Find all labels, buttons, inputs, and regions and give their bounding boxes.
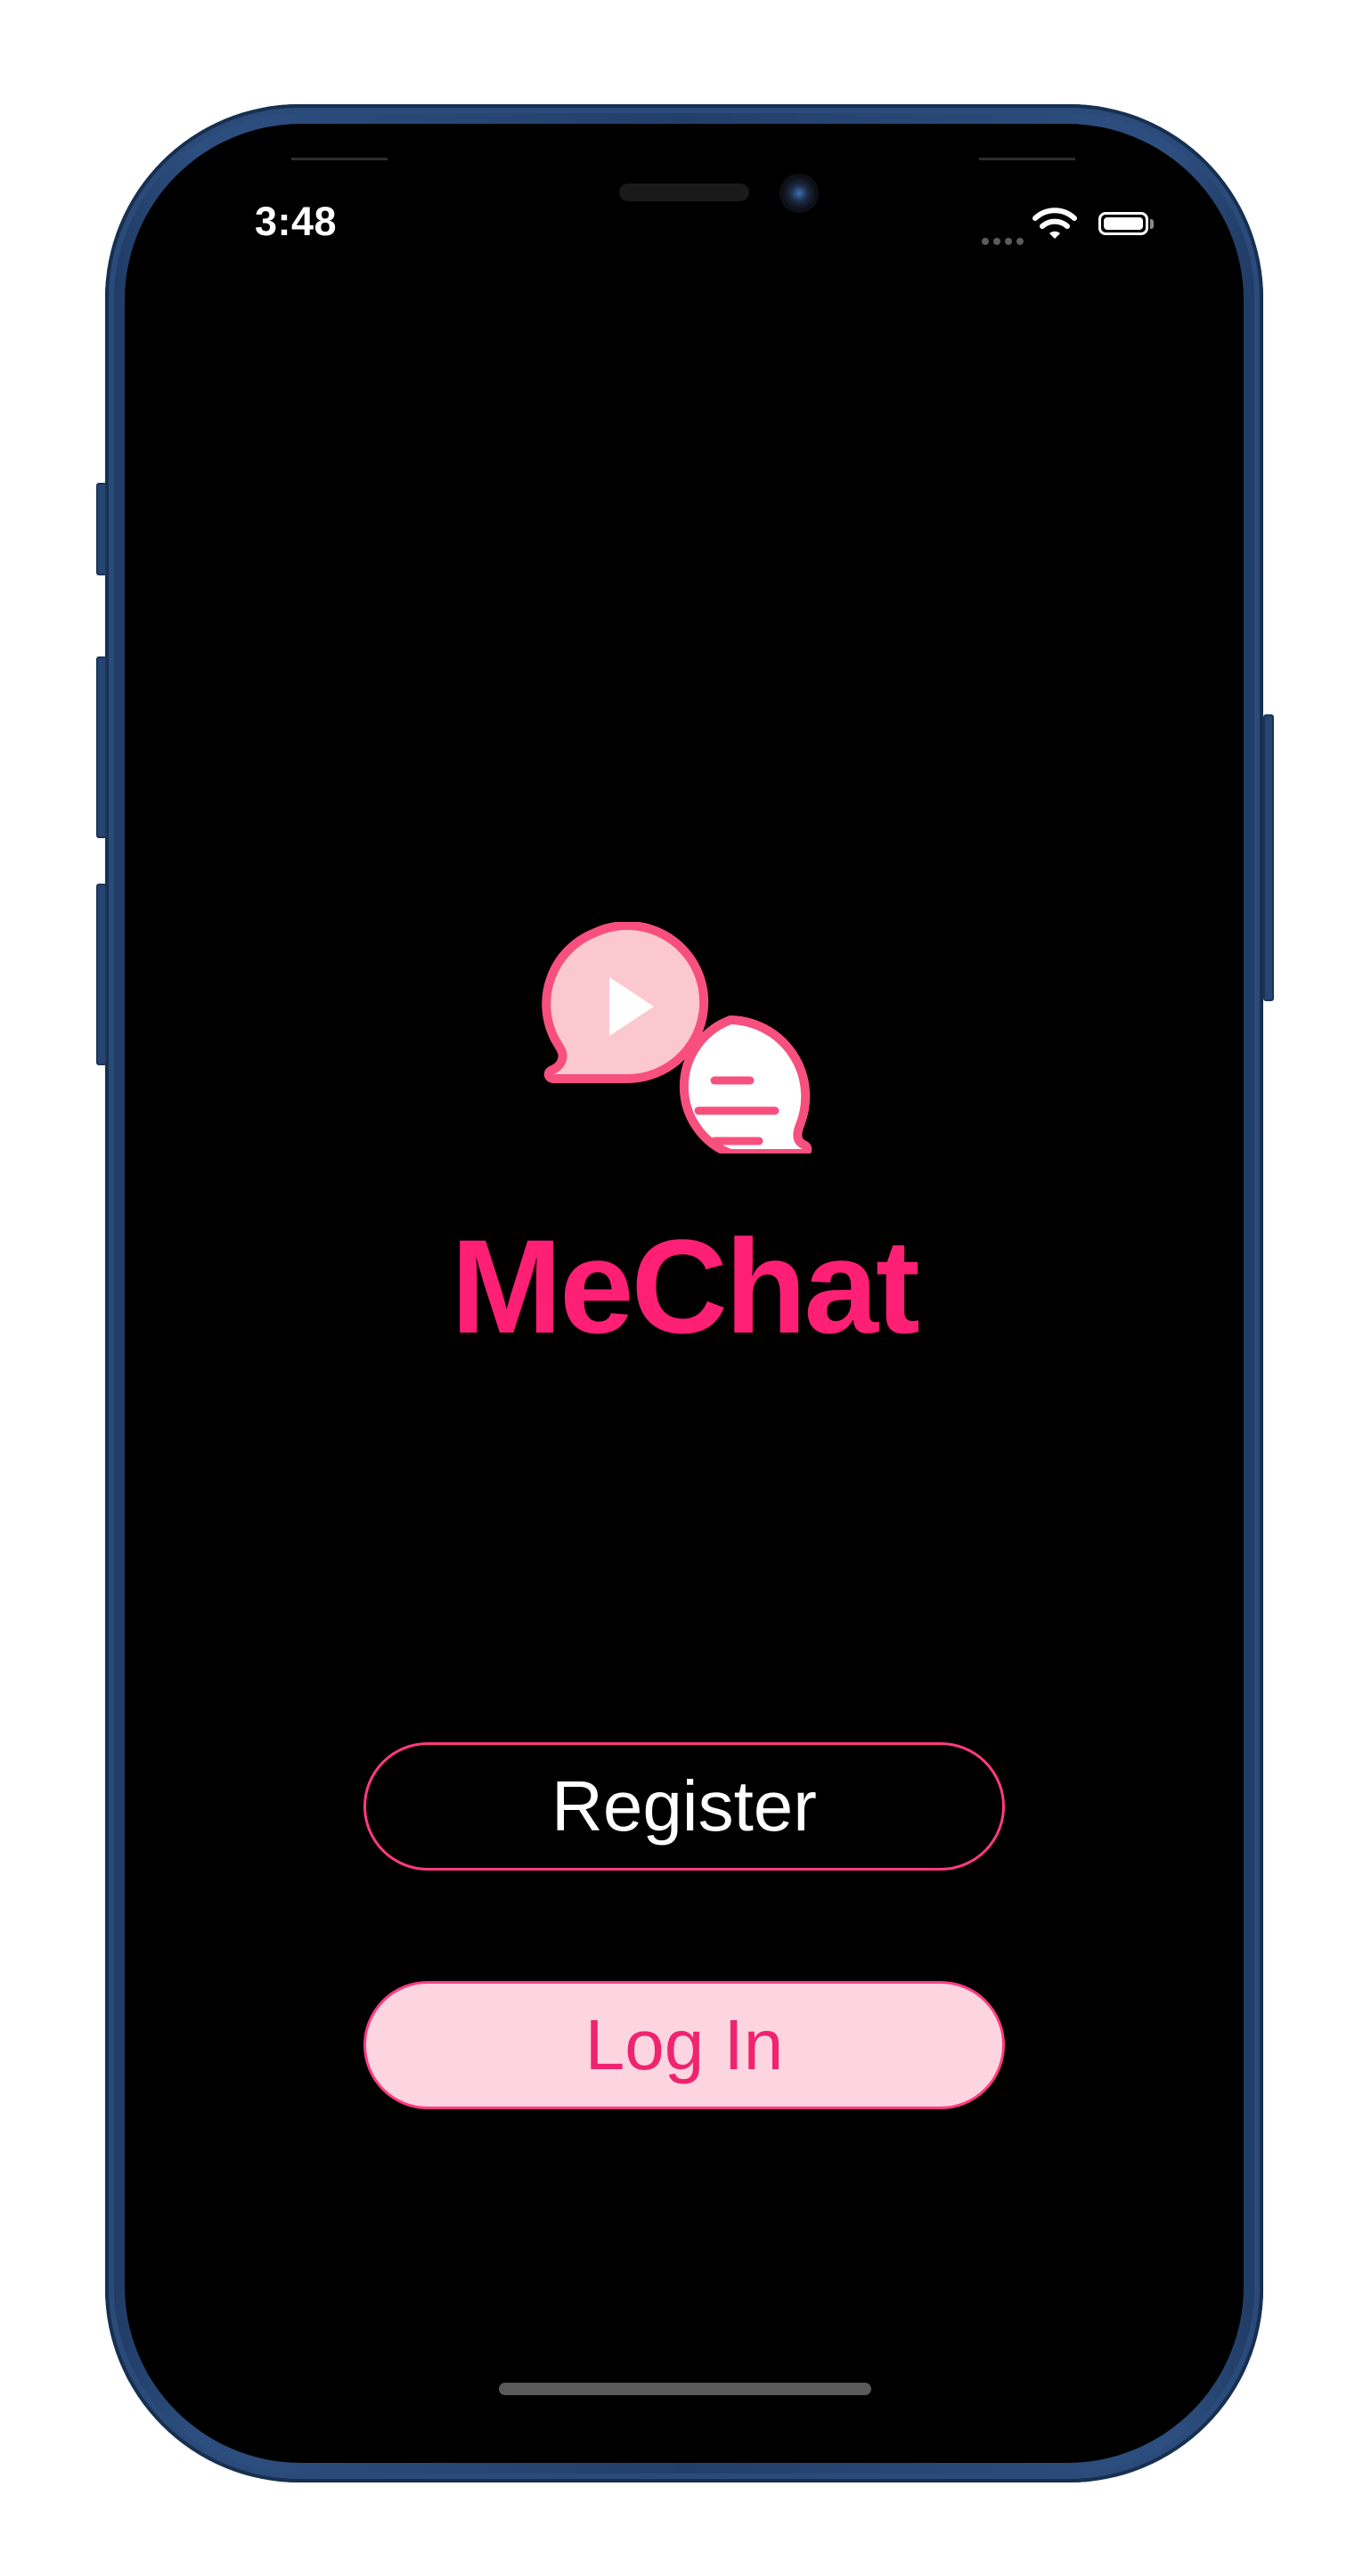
register-button-label: Register	[551, 1766, 817, 1846]
top-left-line	[291, 158, 388, 160]
login-button-label: Log In	[584, 2005, 784, 2084]
home-indicator[interactable]	[499, 2383, 871, 2395]
top-right-line	[979, 158, 1075, 160]
chat-bubbles-logo-icon	[542, 922, 812, 1153]
battery-tip	[1150, 219, 1154, 229]
side-button-silent	[96, 483, 107, 575]
register-button[interactable]: Register	[363, 1742, 1005, 1871]
status-time: 3:48	[255, 199, 338, 244]
screen: 3:48 MeChat Register Log In	[125, 124, 1244, 2463]
login-button[interactable]: Log In	[363, 1981, 1005, 2109]
side-button-power	[1263, 714, 1274, 1001]
front-camera	[779, 174, 819, 213]
app-title: MeChat	[451, 1211, 920, 1361]
battery-icon	[1098, 212, 1148, 235]
wifi-icon	[1032, 208, 1077, 239]
side-button-volume-down	[96, 884, 107, 1065]
earpiece-speaker	[619, 183, 749, 201]
side-button-volume-up	[96, 656, 107, 838]
